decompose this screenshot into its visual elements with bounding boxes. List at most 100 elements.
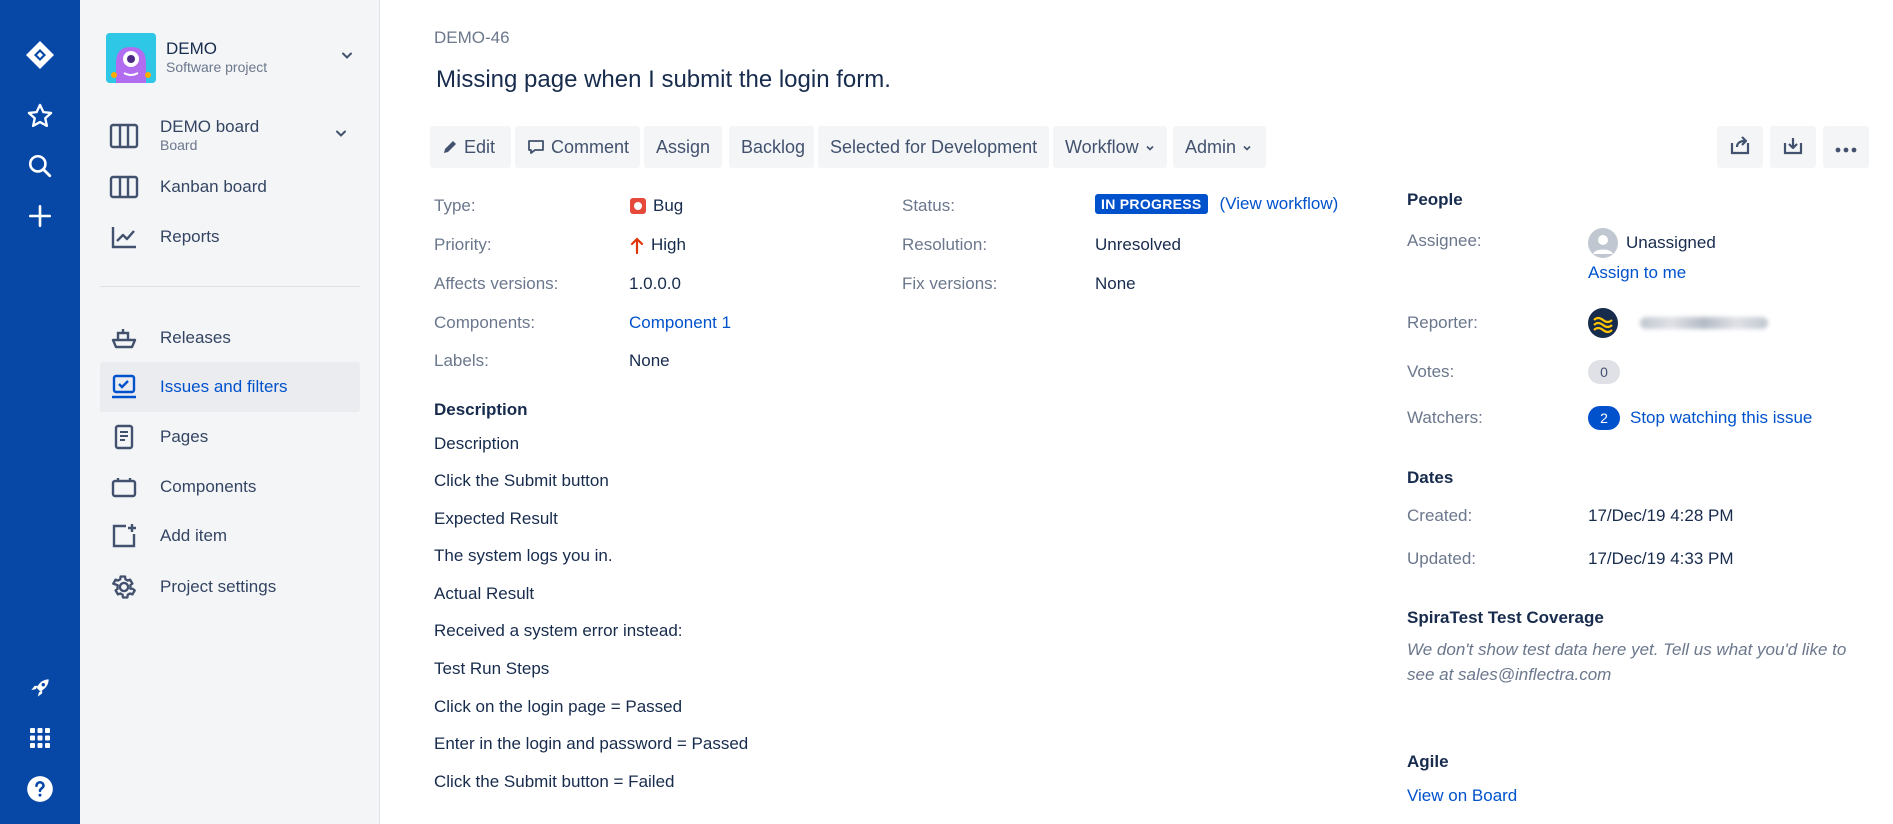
sidebar-item-project-settings[interactable]: Project settings	[100, 562, 360, 612]
app-switcher-icon[interactable]	[24, 722, 56, 754]
status-lozenge[interactable]: IN PROGRESS	[1095, 194, 1208, 214]
description-line: Actual Result	[434, 584, 535, 603]
pages-icon	[100, 424, 148, 450]
sidebar-item-label: Pages	[160, 427, 209, 446]
labels-label: Labels:	[434, 351, 489, 370]
sidebar-item-components[interactable]: Components	[100, 462, 360, 512]
stop-watching-link[interactable]: Stop watching this issue	[1630, 408, 1812, 428]
issue-view: DEMO-46 Missing page when I submit the l…	[381, 0, 1893, 824]
add-item-icon	[100, 522, 148, 550]
sidebar-item-releases[interactable]: Releases	[100, 313, 360, 363]
watchers-label: Watchers:	[1407, 408, 1483, 427]
sidebar-item-label: Components	[160, 477, 257, 496]
sidebar-item-reports[interactable]: Reports	[100, 212, 360, 262]
type-label: Type:	[434, 196, 476, 215]
description-line: Expected Result	[434, 509, 558, 528]
votes-label: Votes:	[1407, 362, 1455, 381]
more-icon	[1835, 137, 1857, 158]
reporter-value[interactable]	[1588, 308, 1768, 338]
dates-heading: Dates	[1407, 468, 1454, 487]
chevron-down-icon[interactable]	[340, 49, 354, 68]
sidebar-item-label: Add item	[160, 526, 228, 545]
board-name: DEMO board	[160, 117, 260, 136]
view-on-board-link[interactable]: View on Board	[1407, 786, 1517, 806]
assign-to-me-link[interactable]: Assign to me	[1588, 263, 1686, 283]
releases-icon	[100, 326, 148, 350]
components-value[interactable]: Component 1	[629, 313, 731, 333]
priority-label: Priority:	[434, 235, 492, 254]
more-actions-button[interactable]	[1823, 126, 1869, 168]
fix-versions-label: Fix versions:	[902, 274, 998, 293]
components-label: Components:	[434, 313, 536, 332]
updated-label: Updated:	[1407, 549, 1476, 568]
spiratest-heading: SpiraTest Test Coverage	[1407, 608, 1604, 627]
share-icon	[1729, 135, 1751, 160]
assignee-value[interactable]: Unassigned	[1588, 228, 1716, 258]
sidebar-item-pages[interactable]: Pages	[100, 412, 360, 462]
issue-key[interactable]: DEMO-46	[434, 28, 510, 48]
description-line: Test Run Steps	[434, 659, 550, 678]
kanban-icon	[100, 175, 148, 199]
project-avatar	[106, 33, 156, 83]
resolution-label: Resolution:	[902, 235, 988, 254]
assign-button[interactable]: Assign	[644, 126, 722, 168]
fix-versions-value[interactable]: None	[1095, 274, 1136, 294]
assignee-label: Assignee:	[1407, 231, 1482, 250]
board-sub: Board	[160, 137, 198, 153]
reporter-name-redacted	[1640, 317, 1768, 329]
chevron-down-icon	[1145, 137, 1155, 158]
backlog-button[interactable]: Backlog	[729, 126, 814, 168]
sidebar-item-demo-board[interactable]: DEMO board Board	[100, 111, 360, 161]
pencil-icon	[442, 139, 458, 155]
affects-versions-value[interactable]: 1.0.0.0	[629, 274, 681, 294]
edit-button[interactable]: Edit	[430, 126, 511, 168]
export-button[interactable]	[1770, 126, 1816, 168]
issue-summary[interactable]: Missing page when I submit the login for…	[436, 66, 891, 94]
global-nav	[0, 0, 80, 824]
rocket-icon[interactable]	[24, 672, 56, 704]
description-line: Enter in the login and password = Passed	[434, 734, 749, 753]
reporter-label: Reporter:	[1407, 313, 1478, 332]
comment-button[interactable]: Comment	[515, 126, 640, 168]
agile-heading: Agile	[1407, 752, 1449, 771]
view-workflow-link[interactable]: View workflow	[1225, 194, 1332, 214]
votes-value[interactable]: 0	[1588, 360, 1620, 384]
description-line: Click the Submit button = Failed	[434, 772, 675, 791]
bug-icon	[629, 197, 647, 215]
admin-dropdown[interactable]: Admin	[1173, 126, 1266, 168]
sidebar-item-label: Releases	[160, 328, 231, 347]
description-line: The system logs you in.	[434, 546, 613, 565]
board-icon	[100, 123, 148, 149]
project-sidebar: DEMO Software project DEMO board Board Ka…	[80, 0, 380, 824]
votes-count: 0	[1588, 360, 1620, 384]
issues-icon	[100, 374, 148, 400]
gear-icon	[100, 573, 148, 601]
comment-icon	[527, 138, 545, 156]
sidebar-item-label: Reports	[160, 227, 220, 246]
sidebar-item-label: Kanban board	[160, 177, 267, 196]
type-value[interactable]: Bug	[629, 196, 683, 216]
updated-value: 17/Dec/19 4:33 PM	[1588, 549, 1734, 568]
search-icon[interactable]	[24, 150, 56, 182]
star-icon[interactable]	[24, 100, 56, 132]
selected-for-development-button[interactable]: Selected for Development	[818, 126, 1049, 168]
priority-value[interactable]: High	[629, 235, 686, 255]
description-heading: Description	[434, 400, 528, 419]
download-icon	[1782, 135, 1804, 160]
avatar	[1588, 228, 1618, 258]
project-switcher[interactable]: DEMO Software project	[106, 32, 366, 84]
labels-value[interactable]: None	[629, 351, 670, 371]
share-button[interactable]	[1717, 126, 1763, 168]
help-icon[interactable]	[24, 773, 56, 805]
chevron-down-icon[interactable]	[334, 127, 348, 146]
sidebar-item-issues-and-filters[interactable]: Issues and filters	[100, 362, 360, 412]
description-line: Received a system error instead:	[434, 621, 683, 640]
workflow-dropdown[interactable]: Workflow	[1053, 126, 1167, 168]
priority-high-icon	[629, 236, 645, 254]
resolution-value: Unresolved	[1095, 235, 1181, 254]
jira-logo-icon[interactable]	[24, 39, 56, 71]
watchers-count[interactable]: 2	[1588, 406, 1620, 430]
create-icon[interactable]	[24, 200, 56, 232]
sidebar-item-add-item[interactable]: Add item	[100, 511, 360, 561]
sidebar-item-kanban-board[interactable]: Kanban board	[100, 162, 360, 212]
